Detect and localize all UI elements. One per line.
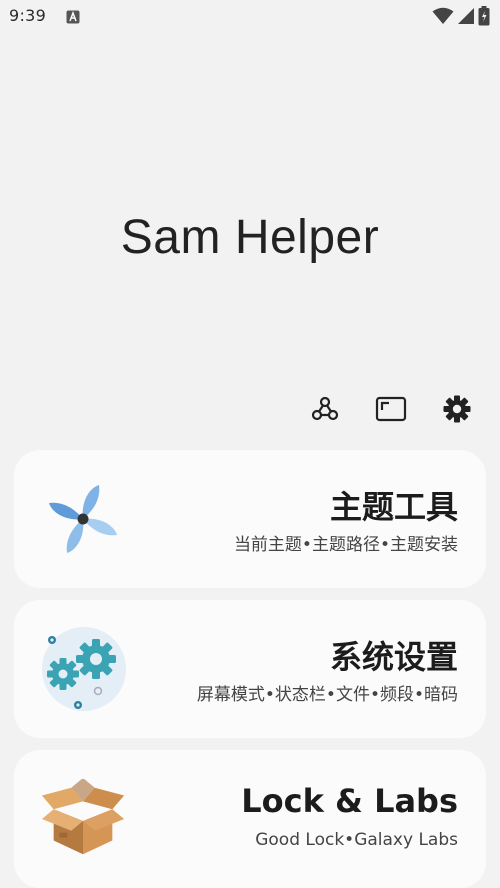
status-icons xyxy=(432,6,490,30)
window-button[interactable] xyxy=(374,394,408,428)
settings-button[interactable] xyxy=(440,394,474,428)
window-icon xyxy=(375,395,407,427)
status-time: 9:39 xyxy=(9,6,47,25)
lock-labs-card[interactable]: Lock & Labs Good Lock•Galaxy Labs xyxy=(14,750,486,888)
card-title: 主题工具 xyxy=(329,488,458,526)
card-subtitle: 屏幕模式•状态栏•文件•频段•暗码 xyxy=(196,685,458,705)
card-subtitle: 当前主题•主题路径•主题安装 xyxy=(233,535,458,555)
cell-signal-icon xyxy=(457,7,475,29)
status-bar: 9:39 xyxy=(0,0,500,34)
card-subtitle: Good Lock•Galaxy Labs xyxy=(255,830,458,850)
molecule-icon xyxy=(310,394,340,428)
box-icon xyxy=(38,774,128,864)
app-title: Sam Helper xyxy=(120,211,380,264)
theme-tools-card[interactable]: 主题工具 当前主题•主题路径•主题安装 xyxy=(14,450,486,588)
pinwheel-icon xyxy=(38,474,128,564)
card-title: 系统设置 xyxy=(329,638,458,676)
system-settings-card[interactable]: 系统设置 屏幕模式•状态栏•文件•频段•暗码 xyxy=(14,600,486,738)
card-title: Lock & Labs xyxy=(241,782,458,820)
a-square-icon xyxy=(66,9,80,28)
gear-icon xyxy=(442,394,472,428)
wifi-icon xyxy=(432,7,454,29)
molecule-button[interactable] xyxy=(308,394,342,428)
gears-icon xyxy=(38,624,128,714)
battery-icon xyxy=(478,6,490,30)
toolbar xyxy=(276,394,474,428)
